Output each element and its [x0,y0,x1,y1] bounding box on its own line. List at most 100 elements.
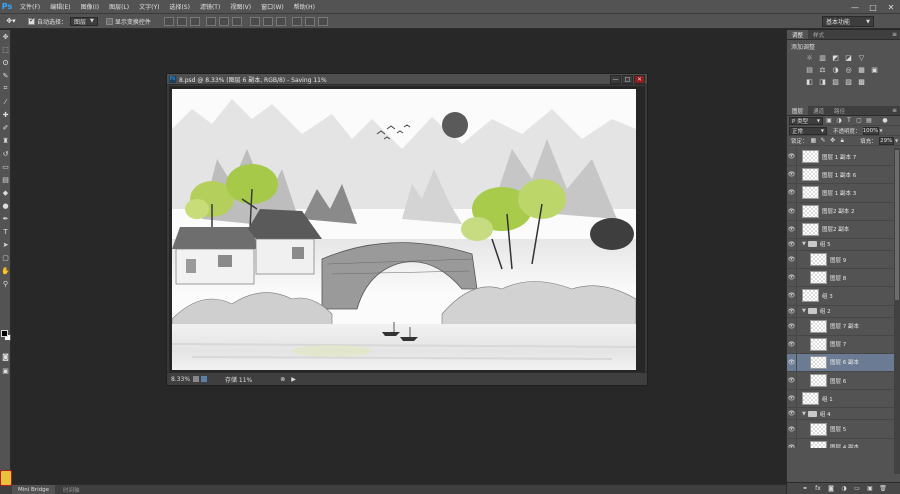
clone-stamp-icon[interactable]: ♜ [0,134,11,147]
layer-row[interactable]: 👁︎ 图层 7 副本 [787,317,895,336]
gradient-icon[interactable]: ▤ [0,173,11,186]
layer-row[interactable]: 👁︎ 图层 1 副本 7 [787,148,895,167]
visibility-eye-icon[interactable]: 👁︎ [787,317,797,335]
lock-pixels-icon[interactable]: ✎ [819,137,827,144]
lasso-icon[interactable]: ʘ [0,56,11,69]
new-group-icon[interactable]: ▭ [853,485,862,493]
distribute-left-icon[interactable] [291,16,302,26]
pen-icon[interactable]: ✒ [0,212,11,225]
layers-panel-menu-icon[interactable]: ≡ [892,107,897,114]
menu-item-2[interactable]: 图像(I) [76,2,104,11]
distribute-right-icon[interactable] [317,16,328,26]
move-icon[interactable]: ✥ [0,30,11,43]
adjustment-icon-2-3[interactable]: ◎ [844,66,853,74]
adjustment-icon-3-4[interactable]: ▩ [857,78,866,86]
layer-row[interactable]: 👁︎ 组 3 [787,287,895,306]
cancel-save-icon[interactable]: ⊗ [280,376,285,383]
distribute-vcenter-icon[interactable] [262,16,273,26]
menu-item-9[interactable]: 帮助(H) [289,2,320,11]
align-left-edges-icon[interactable] [205,16,216,26]
zoom-level[interactable]: 8.33% [171,376,193,383]
adjustment-icon-2-4[interactable]: ▦ [857,66,866,74]
adjustment-icon-1-4[interactable]: ▽ [857,54,866,62]
layer-group-row[interactable]: 👁︎ ▼ 组 2 [787,305,895,318]
menu-item-8[interactable]: 窗口(W) [256,2,289,11]
zoom-icon[interactable]: ⚲ [0,277,11,290]
distribute-top-icon[interactable] [249,16,260,26]
opacity-input[interactable]: 100% [862,126,879,135]
delete-layer-icon[interactable]: 🗑︎ [879,485,888,493]
filter-toggle-icon[interactable]: ● [881,117,889,124]
tab-timeline[interactable]: 时间轴 [57,485,86,494]
filter-shape-icon[interactable]: ▢ [855,117,863,124]
panel-menu-icon[interactable]: ≡ [892,31,897,38]
hand-icon[interactable]: ✋ [0,264,11,277]
layer-row[interactable]: 👁︎ 图层 7 [787,335,895,354]
auto-select-target-dropdown[interactable]: 图层 ▼ [70,16,98,26]
visibility-eye-icon[interactable]: 👁︎ [787,287,797,305]
lock-position-icon[interactable]: ✥ [829,137,837,144]
layer-row[interactable]: 👁︎ 图层2 副本 2 [787,202,895,221]
eraser-icon[interactable]: ▭ [0,160,11,173]
quick-select-icon[interactable]: ✎ [0,69,11,82]
opacity-chevron-icon[interactable]: ▼ [880,128,883,133]
move-tool-icon[interactable]: ✥▾ [2,16,20,27]
dodge-icon[interactable]: ● [0,199,11,212]
filter-adjustment-icon[interactable]: ◑ [835,117,843,124]
doc-close-icon[interactable]: ✕ [634,75,645,84]
visibility-eye-icon[interactable]: 👁︎ [787,420,797,438]
distribute-hcenter-icon[interactable] [304,16,315,26]
visibility-eye-icon[interactable]: 👁︎ [787,250,797,269]
menu-item-3[interactable]: 图层(L) [104,2,134,11]
type-icon[interactable]: T [0,225,11,238]
layer-row[interactable]: 👁︎ 图层 9 [787,250,895,270]
layer-group-row[interactable]: 👁︎ ▼ 组 5 [787,238,895,251]
adjustment-icon-2-0[interactable]: ▤ [805,66,814,74]
visibility-eye-icon[interactable]: 👁︎ [787,408,797,420]
adjustment-icon-3-1[interactable]: ◨ [818,78,827,86]
adjustment-icon-1-3[interactable]: ◪ [844,54,853,62]
new-layer-icon[interactable]: ▣ [866,485,875,493]
layer-row[interactable]: 👁︎ 图层 1 副本 3 [787,184,895,203]
tab-layers[interactable]: 图层 [787,106,809,115]
taskbar-app-icon[interactable] [0,470,12,486]
align-bottom-edges-icon[interactable] [189,16,200,26]
doc-minimize-icon[interactable]: — [610,75,621,84]
group-expand-icon[interactable]: ▼ [802,308,806,314]
visibility-eye-icon[interactable]: 👁︎ [787,438,797,448]
auto-select-checkbox[interactable] [28,16,35,25]
visibility-eye-icon[interactable]: 👁︎ [787,353,797,372]
brush-icon[interactable]: ✐ [0,121,11,134]
blur-icon[interactable]: ◆ [0,186,11,199]
tab-adjustments[interactable]: 调整 [787,30,809,39]
visibility-eye-icon[interactable]: 👁︎ [787,202,797,220]
tab-styles[interactable]: 样式 [808,30,829,39]
marquee-icon[interactable]: ⬚ [0,43,11,56]
menu-item-0[interactable]: 文件(F) [15,2,45,11]
menu-item-6[interactable]: 滤镜(T) [195,2,225,11]
show-transform-checkbox[interactable] [105,17,113,25]
filter-pixel-icon[interactable]: ▣ [825,117,833,124]
shape-icon[interactable]: ▢ [0,251,11,264]
layer-row[interactable]: 👁︎ 组 1 [787,390,895,409]
fill-input[interactable]: 29% [878,136,894,145]
layer-list-scrollbar[interactable] [894,148,900,474]
path-select-icon[interactable]: ➤ [0,238,11,251]
align-horizontal-centers-icon[interactable] [218,16,229,26]
crop-icon[interactable]: ⌗ [0,82,11,95]
visibility-eye-icon[interactable]: 👁︎ [787,372,797,390]
adjustment-icon-1-0[interactable]: ☼ [805,54,814,62]
layer-kind-filter[interactable]: P 类型 ▼ [789,116,823,125]
layer-row[interactable]: 👁︎ 图层 5 [787,420,895,439]
close-icon[interactable]: ✕ [882,0,900,14]
menu-item-7[interactable]: 视图(V) [225,2,256,11]
visibility-eye-icon[interactable]: 👁︎ [787,184,797,202]
screen-mode-icon[interactable]: ▣ [0,364,11,377]
link-layers-icon[interactable]: ⚭ [801,485,810,493]
canvas-area[interactable] [169,86,645,373]
layer-row[interactable]: 👁︎ 图层 8 [787,269,895,288]
status-menu-icon[interactable]: ▶ [291,376,296,383]
adjustment-icon-1-2[interactable]: ◩ [831,54,840,62]
adjustment-icon-2-5[interactable]: ▣ [870,66,879,74]
lock-all-icon[interactable]: 🔒︎ [838,137,846,144]
